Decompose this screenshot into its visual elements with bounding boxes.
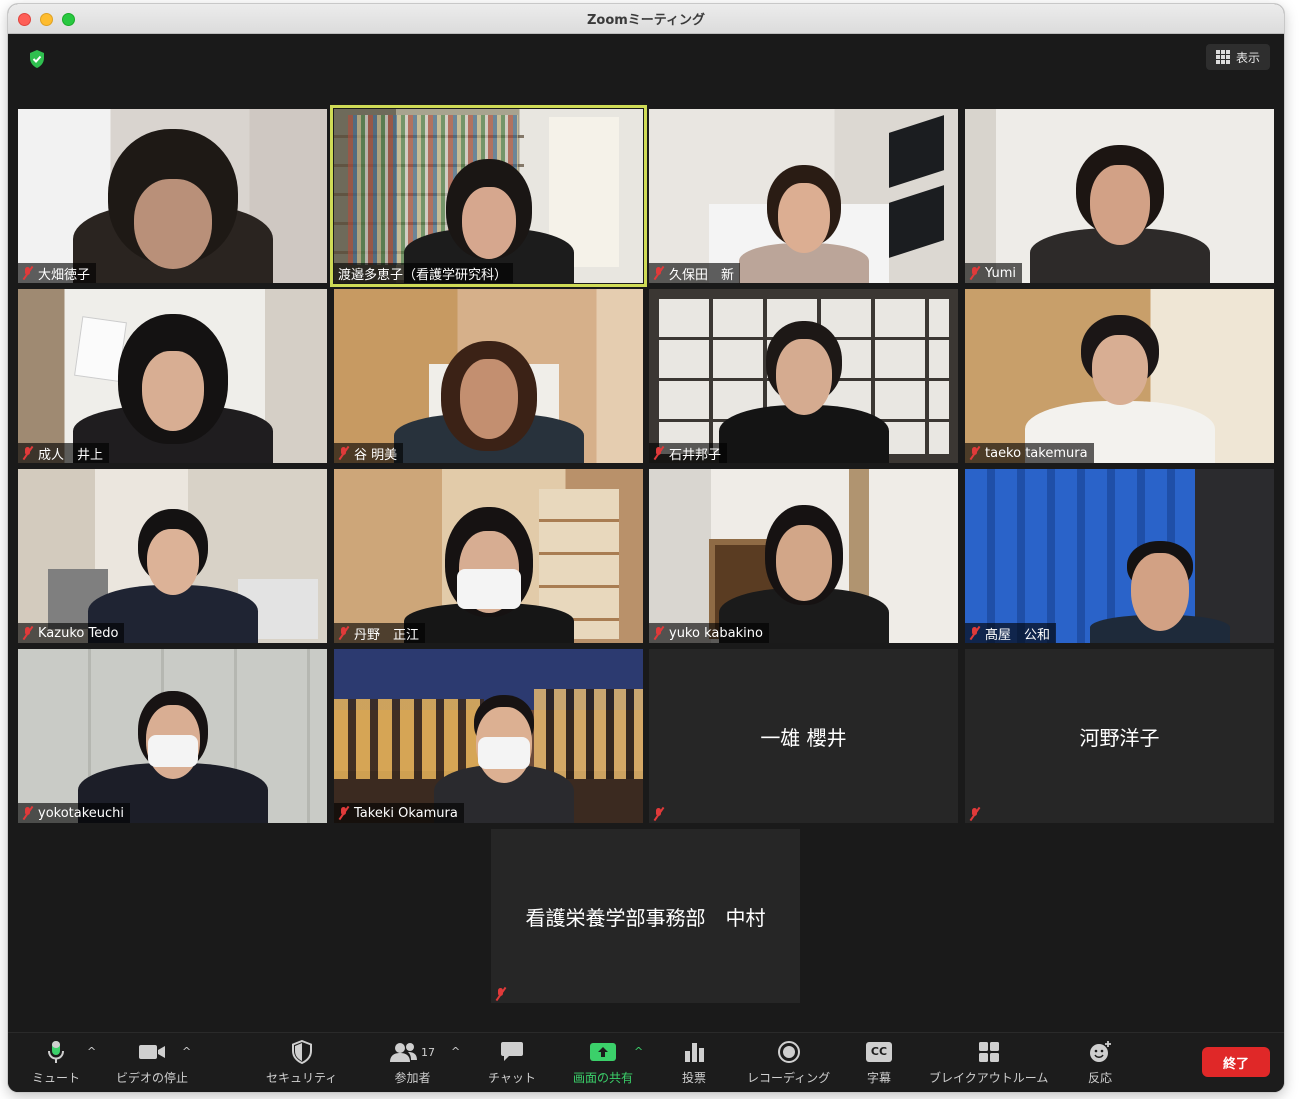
shield-icon: [291, 1040, 312, 1064]
share-screen-button[interactable]: 画面の共有: [573, 1039, 633, 1086]
participant-name-label: 丹野 正江: [334, 623, 426, 643]
participant-name-label: 髙屋 公和: [965, 623, 1057, 643]
view-button[interactable]: 表示: [1205, 44, 1270, 70]
security-button[interactable]: セキュリティ: [266, 1039, 337, 1086]
participant-tile[interactable]: yuko kabakino: [649, 469, 958, 643]
participant-tile[interactable]: 石井邦子: [649, 289, 958, 463]
meeting-toolbar: ミュート ^ ビデオの停止 ^ セキュリティ 17 参加者 ^ チャット 画面の…: [8, 1032, 1284, 1092]
smiley-icon: [1090, 1041, 1111, 1062]
muted-mic-icon: [495, 987, 507, 1001]
participant-tile[interactable]: Kazuko Tedo: [18, 469, 327, 643]
maximize-window-button[interactable]: [62, 13, 75, 26]
participant-tile[interactable]: 丹野 正江: [334, 469, 643, 643]
muted-mic-icon: [22, 266, 34, 280]
window-title: Zoomミーティング: [586, 13, 706, 28]
reactions-button[interactable]: 反応: [1088, 1039, 1112, 1086]
security-shield-icon[interactable]: [28, 49, 46, 69]
muted-mic-icon: [969, 446, 981, 460]
muted-mic-icon: [969, 266, 981, 280]
participant-name: 河野洋子: [1079, 725, 1160, 750]
share-options-caret-icon[interactable]: ^: [634, 1045, 643, 1058]
participant-name-label: yuko kabakino: [649, 623, 769, 643]
participant-name-label: 渡邉多恵子（看護学研究科）: [334, 263, 514, 283]
muted-mic-icon: [969, 626, 981, 640]
participants-icon: [390, 1043, 417, 1062]
muted-mic-icon: [969, 807, 981, 821]
participant-tile[interactable]: 髙屋 公和: [965, 469, 1274, 643]
muted-mic-icon: [653, 446, 665, 460]
participants-options-caret-icon[interactable]: ^: [451, 1045, 460, 1058]
gallery-grid-icon: [1215, 50, 1230, 64]
muted-mic-icon: [338, 626, 350, 640]
participant-tile[interactable]: 一雄 櫻井: [649, 649, 958, 823]
muted-mic-icon: [338, 446, 350, 460]
view-label: 表示: [1235, 50, 1260, 65]
participant-name-label: 成人 井上: [18, 443, 110, 463]
muted-mic-icon: [22, 806, 34, 820]
muted-mic-icon: [22, 626, 34, 640]
participant-tile[interactable]: taeko takemura: [965, 289, 1274, 463]
zoom-window: Zoomミーティング 表示 大畑徳子 渡邉多恵子（看護学研究科） 久保田 新 Y…: [8, 4, 1284, 1092]
participant-name-label: 久保田 新: [649, 263, 741, 283]
participants-count: 17: [421, 1045, 435, 1059]
participant-tile[interactable]: 谷 明美: [334, 289, 643, 463]
microphone-icon: [48, 1041, 64, 1063]
record-icon: [777, 1041, 800, 1063]
participant-tile[interactable]: Yumi: [965, 109, 1274, 283]
participant-name-label: Yumi: [965, 263, 1022, 283]
end-meeting-button[interactable]: 終了: [1202, 1047, 1270, 1077]
participant-tile[interactable]: 久保田 新: [649, 109, 958, 283]
share-screen-icon: [590, 1043, 616, 1061]
muted-mic-icon: [653, 807, 665, 821]
muted-mic-icon: [22, 446, 34, 460]
participant-tile-active-speaker[interactable]: 渡邉多恵子（看護学研究科）: [330, 105, 647, 287]
participant-name-label: yokotakeuchi: [18, 803, 131, 823]
closed-caption-button[interactable]: CC 字幕: [866, 1039, 892, 1086]
participant-tile[interactable]: 成人 井上: [18, 289, 327, 463]
close-window-button[interactable]: [18, 13, 31, 26]
polls-button[interactable]: 投票: [682, 1039, 706, 1086]
stop-video-button[interactable]: ビデオの停止: [116, 1039, 188, 1086]
participant-name-label: Takeki Okamura: [334, 803, 464, 823]
video-stage: 表示 大畑徳子 渡邉多恵子（看護学研究科） 久保田 新 Yumi 成人 井上 谷…: [8, 34, 1284, 1032]
muted-mic-icon: [653, 266, 665, 280]
muted-mic-icon: [653, 626, 665, 640]
participants-button[interactable]: 17 参加者: [390, 1039, 435, 1086]
mute-button[interactable]: ミュート: [32, 1039, 80, 1086]
participant-tile[interactable]: yokotakeuchi: [18, 649, 327, 823]
participant-name-label: 石井邦子: [649, 443, 728, 463]
breakout-rooms-button[interactable]: ブレイクアウトルーム: [929, 1039, 1048, 1086]
participant-tile[interactable]: Takeki Okamura: [334, 649, 643, 823]
participant-name: 看護栄養学部事務部 中村: [525, 905, 766, 930]
window-controls: [18, 13, 75, 26]
minimize-window-button[interactable]: [40, 13, 53, 26]
participant-tile[interactable]: 河野洋子: [965, 649, 1274, 823]
participant-name-label: 大畑徳子: [18, 263, 97, 283]
muted-mic-icon: [338, 806, 350, 820]
title-bar: Zoomミーティング: [8, 4, 1284, 34]
record-button[interactable]: レコーディング: [747, 1039, 830, 1086]
chat-bubble-icon: [500, 1042, 523, 1061]
closed-caption-icon: CC: [866, 1042, 892, 1062]
participant-name-label: taeko takemura: [965, 443, 1094, 463]
chat-button[interactable]: チャット: [488, 1039, 536, 1086]
participant-tile[interactable]: 看護栄養学部事務部 中村: [491, 829, 800, 1003]
audio-options-caret-icon[interactable]: ^: [87, 1045, 96, 1058]
participant-name: 一雄 櫻井: [760, 725, 847, 750]
breakout-rooms-icon: [978, 1042, 999, 1062]
participant-tile[interactable]: 大畑徳子: [18, 109, 327, 283]
video-options-caret-icon[interactable]: ^: [182, 1045, 191, 1058]
participant-name-label: Kazuko Tedo: [18, 623, 125, 643]
video-camera-icon: [139, 1045, 165, 1059]
bar-chart-icon: [685, 1043, 704, 1062]
participant-name-label: 谷 明美: [334, 443, 404, 463]
